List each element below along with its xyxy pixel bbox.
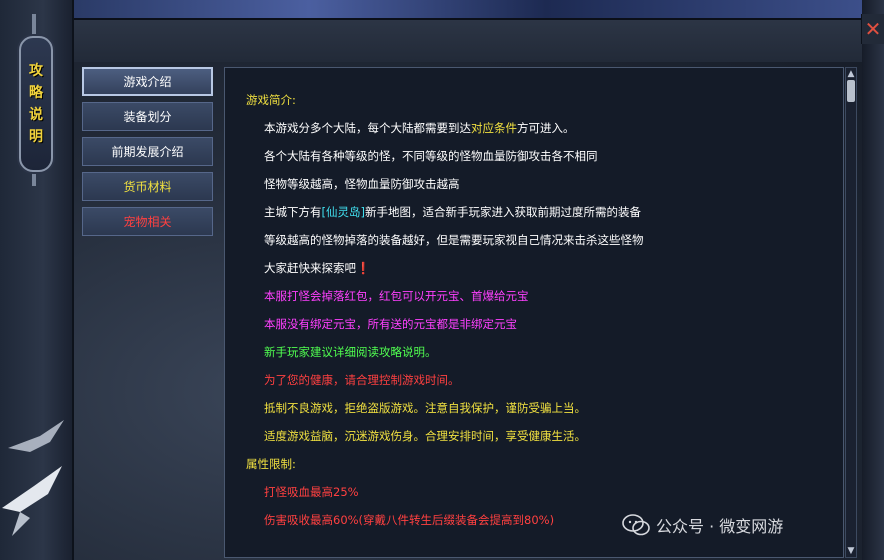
tab-game-intro[interactable]: 游戏介绍 bbox=[82, 67, 213, 96]
tab-equipment-tiers[interactable]: 装备划分 bbox=[82, 102, 213, 131]
intro-line: 新手玩家建议详细阅读攻略说明。 bbox=[246, 338, 833, 366]
intro-text-segment: 本服打怪会掉落红包，红包可以开元宝、首爆给元宝 bbox=[264, 289, 529, 303]
tab-currency-materials[interactable]: 货币材料 bbox=[82, 172, 213, 201]
attr-text-segment: 打怪吸血最高25% bbox=[264, 485, 359, 499]
tab-label: 游戏介绍 bbox=[123, 75, 172, 89]
intro-text-segment: 等级越高的怪物掉落的装备越好，但是需要玩家视自己情况来击杀这些怪物 bbox=[264, 233, 644, 247]
intro-text-segment: 各个大陆有各种等级的怪，不同等级的怪物血量防御攻击各不相同 bbox=[264, 149, 598, 163]
intro-line: 本服没有绑定元宝，所有送的元宝都是非绑定元宝 bbox=[246, 310, 833, 338]
right-frame bbox=[862, 0, 884, 560]
intro-text-segment: 对应条件 bbox=[471, 121, 517, 135]
watermark-text: 公众号 · 微变网游 bbox=[656, 517, 784, 536]
content-scrollbar[interactable]: ▲ ▼ bbox=[845, 67, 857, 558]
attr-line: 打怪吸血最高25% bbox=[246, 478, 833, 506]
crane-decoration-icon bbox=[2, 420, 64, 536]
intro-line: 适度游戏益脑，沉迷游戏伤身。合理安排时间，享受健康生活。 bbox=[246, 422, 833, 450]
wechat-icon bbox=[622, 514, 650, 536]
tab-label: 货币材料 bbox=[123, 180, 172, 194]
intro-line: 本服打怪会掉落红包，红包可以开元宝、首爆给元宝 bbox=[246, 282, 833, 310]
intro-line: 等级越高的怪物掉落的装备越好，但是需要玩家视自己情况来击杀这些怪物 bbox=[246, 226, 833, 254]
intro-text-segment: 方可进入。 bbox=[517, 121, 575, 135]
title-char: 说 bbox=[29, 107, 43, 123]
top-decor-strip bbox=[72, 0, 862, 20]
intro-line: 为了您的健康，请合理控制游戏时间。 bbox=[246, 366, 833, 394]
intro-line: 主城下方有[仙灵岛]新手地图，适合新手玩家进入获取前期过度所需的装备 bbox=[246, 198, 833, 226]
intro-line: 大家赶快来探索吧❗ bbox=[246, 254, 833, 282]
intro-text-segment: 怪物等级越高，怪物血量防御攻击越高 bbox=[264, 177, 460, 191]
tab-label: 宠物相关 bbox=[123, 215, 172, 229]
scroll-up-icon[interactable]: ▲ bbox=[846, 69, 856, 79]
title-char: 明 bbox=[29, 129, 43, 145]
close-icon: ✕ bbox=[864, 17, 882, 41]
intro-line: 怪物等级越高，怪物血量防御攻击越高 bbox=[246, 170, 833, 198]
tab-label: 装备划分 bbox=[123, 110, 172, 124]
attr-heading: 属性限制: bbox=[246, 457, 296, 471]
scroll-down-icon[interactable]: ▼ bbox=[846, 546, 856, 556]
intro-text-segment: 新手地图，适合新手玩家进入获取前期过度所需的装备 bbox=[364, 205, 641, 219]
tab-early-development[interactable]: 前期发展介绍 bbox=[82, 137, 213, 166]
intro-line: 各个大陆有各种等级的怪，不同等级的怪物血量防御攻击各不相同 bbox=[246, 142, 833, 170]
guide-tab-menu: 游戏介绍 装备划分 前期发展介绍 货币材料 宠物相关 bbox=[82, 67, 215, 242]
intro-text-segment: 抵制不良游戏，拒绝盗版游戏。注意自我保护，谨防受骗上当。 bbox=[264, 401, 586, 415]
intro-text-segment: 主城下方有 bbox=[264, 205, 322, 219]
attr-text-segment: 伤害吸收最高60%(穿戴八件转生后缀装备会提高到80%) bbox=[264, 513, 555, 527]
intro-text-segment: 大家赶快来探索吧❗ bbox=[264, 261, 371, 275]
intro-text-segment: 适度游戏益脑，沉迷游戏伤身。合理安排时间，享受健康生活。 bbox=[264, 429, 586, 443]
scroll-thumb[interactable] bbox=[847, 80, 855, 102]
intro-text-segment: 新手玩家建议详细阅读攻略说明。 bbox=[264, 345, 437, 359]
title-char: 攻 bbox=[29, 63, 43, 79]
tab-label: 前期发展介绍 bbox=[111, 145, 184, 159]
intro-text-segment: 本游戏分多个大陆，每个大陆都需要到达 bbox=[264, 121, 471, 135]
intro-line: 本游戏分多个大陆，每个大陆都需要到达对应条件方可进入。 bbox=[246, 114, 833, 142]
tab-pets[interactable]: 宠物相关 bbox=[82, 207, 213, 236]
intro-heading: 游戏简介: bbox=[246, 93, 296, 107]
watermark: 公众号 · 微变网游 bbox=[622, 511, 783, 539]
header-band bbox=[72, 20, 862, 62]
content-panel[interactable]: 游戏简介: 本游戏分多个大陆，每个大陆都需要到达对应条件方可进入。各个大陆有各种… bbox=[224, 67, 844, 558]
intro-text-segment: 为了您的健康，请合理控制游戏时间。 bbox=[264, 373, 460, 387]
close-button[interactable]: ✕ bbox=[861, 14, 884, 44]
title-char: 略 bbox=[29, 85, 43, 101]
intro-text-segment: [仙灵岛] bbox=[321, 205, 365, 219]
intro-text-segment: 本服没有绑定元宝，所有送的元宝都是非绑定元宝 bbox=[264, 317, 517, 331]
guide-text: 游戏简介: 本游戏分多个大陆，每个大陆都需要到达对应条件方可进入。各个大陆有各种… bbox=[246, 86, 833, 534]
intro-line: 抵制不良游戏，拒绝盗版游戏。注意自我保护，谨防受骗上当。 bbox=[246, 394, 833, 422]
window-title-plaque: 攻 略 说 明 bbox=[19, 36, 53, 172]
